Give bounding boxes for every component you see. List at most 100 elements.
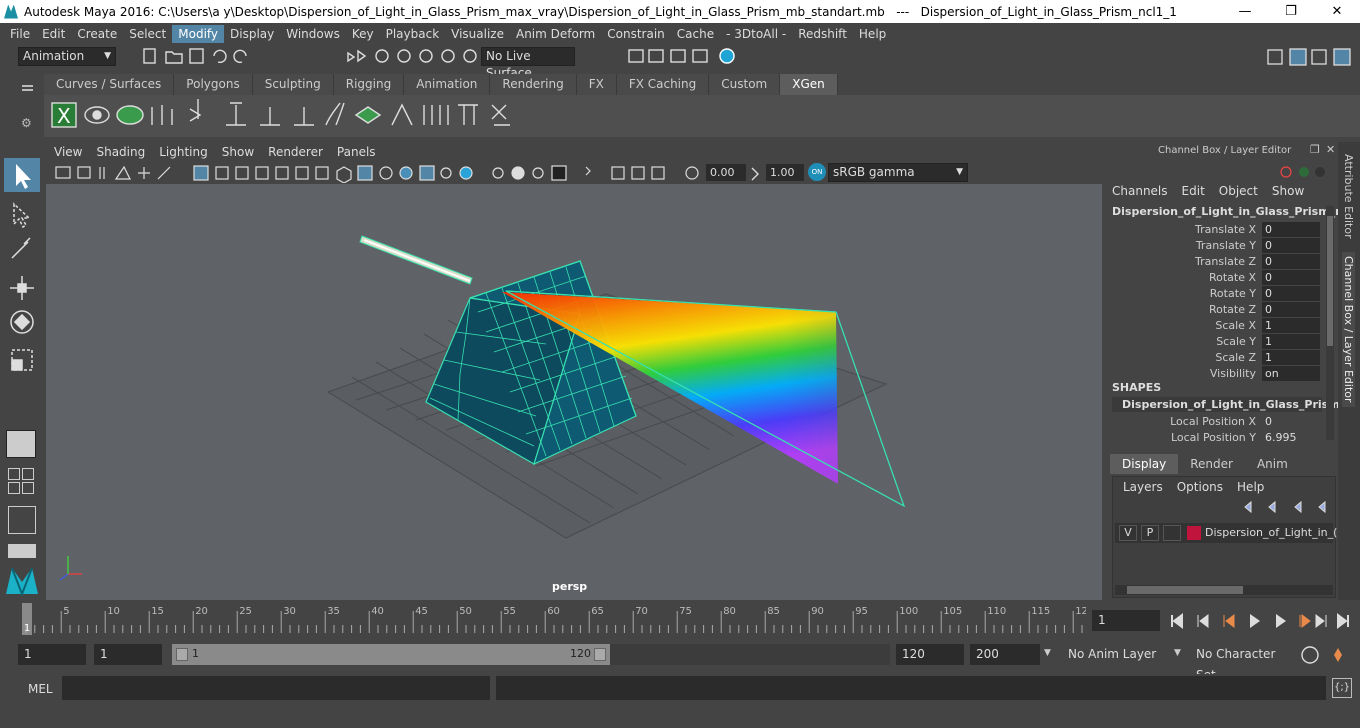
playback-end-field[interactable]: 120 [896, 644, 964, 665]
menu-modify[interactable]: Modify [172, 24, 225, 43]
channel-menu-edit[interactable]: Edit [1182, 184, 1205, 198]
anim-layer-dropdown[interactable]: No Anim Layer [1062, 644, 1162, 665]
attribute-row[interactable]: Translate Y 0 [1112, 237, 1332, 253]
attribute-value[interactable]: 0 [1262, 237, 1320, 253]
viewport-menu-panels[interactable]: Panels [337, 145, 376, 159]
single-view-layout[interactable] [6, 430, 36, 458]
mode-dropdown[interactable]: Animation ▼ [18, 47, 116, 66]
mel-input[interactable] [62, 676, 490, 700]
menu-3dtoall[interactable]: - 3DtoAll - [720, 25, 792, 43]
layer-color-swatch[interactable] [1187, 526, 1201, 540]
attribute-value[interactable]: 1 [1262, 349, 1320, 365]
menu-cache[interactable]: Cache [671, 25, 720, 43]
close-button[interactable]: ✕ [1314, 0, 1360, 23]
3d-viewport[interactable]: persp [46, 184, 1102, 600]
colorspace-dropdown[interactable]: sRGB gamma ▼ [828, 163, 968, 182]
minimize-button[interactable]: — [1222, 0, 1268, 23]
layer-menu-options[interactable]: Options [1177, 480, 1223, 494]
gamma-field[interactable]: 1.00 [766, 164, 804, 181]
animation-end-field[interactable]: 200 [970, 644, 1040, 665]
attribute-value[interactable]: 1 [1262, 333, 1320, 349]
menu-constrain[interactable]: Constrain [601, 25, 671, 43]
gear-icon[interactable]: ⚙ [21, 116, 32, 130]
attribute-row[interactable]: Scale Z 1 [1112, 349, 1332, 365]
range-start-handle[interactable] [176, 648, 188, 661]
time-slider[interactable]: 5 10 15 20 25 30 35 40 45 50 55 60 65 70 75 80 85 90 95 100… [20, 603, 1086, 635]
menu-edit[interactable]: Edit [36, 25, 71, 43]
close-panel-icon[interactable]: ✕ [1326, 143, 1335, 156]
channel-menu-show[interactable]: Show [1272, 184, 1304, 198]
attribute-row[interactable]: Rotate Y 0 [1112, 285, 1332, 301]
four-view-layout[interactable] [8, 468, 36, 496]
graph-layout[interactable] [8, 544, 36, 558]
shelf-options[interactable]: ⚙ [16, 74, 40, 138]
viewport-menu-shading[interactable]: Shading [96, 145, 145, 159]
script-editor-icon[interactable]: {;} [1332, 678, 1352, 698]
menu-select[interactable]: Select [123, 25, 172, 43]
chevron-down-icon[interactable]: ▼ [1044, 648, 1051, 658]
menu-key[interactable]: Key [346, 25, 380, 43]
layer-menu-help[interactable]: Help [1237, 480, 1264, 494]
outliner-layout[interactable] [8, 506, 36, 534]
attribute-value[interactable]: 0 [1262, 285, 1320, 301]
shape-attribute-row[interactable]: Local Position X 0 [1112, 413, 1332, 429]
attribute-row[interactable]: Translate X 0 [1112, 221, 1332, 237]
viewport-menu-lighting[interactable]: Lighting [159, 145, 208, 159]
layer-visibility-toggle[interactable]: V [1119, 525, 1137, 541]
channel-menu-object[interactable]: Object [1219, 184, 1258, 198]
maya-home-icon[interactable] [4, 564, 40, 596]
attribute-row[interactable]: Visibility on [1112, 365, 1332, 381]
shelf-tab-xgen[interactable]: XGen [780, 74, 838, 95]
viewport-menu-show[interactable]: Show [222, 145, 254, 159]
attribute-value[interactable]: 0 [1262, 221, 1320, 237]
attribute-value[interactable]: on [1262, 365, 1320, 381]
layer-tab-display[interactable]: Display [1110, 454, 1179, 474]
channel-box-tab[interactable]: Channel Box / Layer Editor [1342, 252, 1355, 407]
attribute-value[interactable]: 0 [1262, 253, 1320, 269]
menu-windows[interactable]: Windows [280, 25, 346, 43]
animation-start-field[interactable]: 1 [18, 644, 86, 665]
shelf-tab-rendering[interactable]: Rendering [490, 74, 577, 95]
menu-playback[interactable]: Playback [380, 25, 446, 43]
shelf-tab-polygons[interactable]: Polygons [174, 74, 253, 95]
viewport-menu-renderer[interactable]: Renderer [268, 145, 323, 159]
attribute-row[interactable]: Scale X 1 [1112, 317, 1332, 333]
shape-attribute-row[interactable]: Local Position Y 6.995 [1112, 429, 1332, 445]
shelf-tab-fx-caching[interactable]: FX Caching [616, 74, 710, 95]
menu-display[interactable]: Display [224, 25, 280, 43]
attribute-editor-tab[interactable]: Attribute Editor [1342, 154, 1355, 239]
attribute-value[interactable]: 1 [1262, 317, 1320, 333]
attribute-value[interactable]: 0 [1262, 301, 1320, 317]
mel-label[interactable]: MEL [28, 682, 53, 696]
layer-tab-render[interactable]: Render [1178, 454, 1245, 474]
shelf-tab-custom[interactable]: Custom [709, 74, 781, 95]
menu-help[interactable]: Help [853, 25, 892, 43]
color-management-toggle[interactable]: ON [808, 163, 826, 181]
exposure-field[interactable]: 0.00 [706, 164, 746, 181]
float-panel-icon[interactable]: ❐ [1310, 143, 1320, 156]
menu-anim-deform[interactable]: Anim Deform [510, 25, 601, 43]
layer-tab-anim[interactable]: Anim [1245, 454, 1300, 474]
playback-start-field[interactable]: 1 [94, 644, 162, 665]
layer-type-toggle[interactable] [1163, 525, 1181, 541]
attribute-value[interactable]: 6.995 [1262, 429, 1320, 445]
chevron-down-icon[interactable]: ▼ [1174, 648, 1181, 658]
attribute-row[interactable]: Translate Z 0 [1112, 253, 1332, 269]
range-end-handle[interactable] [594, 648, 606, 661]
menu-redshift[interactable]: Redshift [792, 25, 853, 43]
menu-create[interactable]: Create [71, 25, 123, 43]
layer-menu-layers[interactable]: Layers [1123, 480, 1163, 494]
attribute-value[interactable]: 0 [1262, 413, 1320, 429]
attribute-row[interactable]: Rotate X 0 [1112, 269, 1332, 285]
channel-menu-channels[interactable]: Channels [1112, 184, 1168, 198]
live-surface-field[interactable]: No Live Surface [481, 47, 575, 80]
restore-button[interactable]: ❐ [1268, 0, 1314, 23]
shelf-tab-fx[interactable]: FX [576, 74, 617, 95]
shelf-tab-animation[interactable]: Animation [404, 74, 491, 95]
shelf-tab-sculpting[interactable]: Sculpting [252, 74, 334, 95]
layer-row[interactable]: V P Dispersion_of_Light_in_( [1115, 523, 1337, 543]
shelf-tab-curves-surfaces[interactable]: Curves / Surfaces [44, 74, 175, 95]
attribute-value[interactable]: 0 [1262, 269, 1320, 285]
viewport-menu-view[interactable]: View [54, 145, 82, 159]
attribute-row[interactable]: Scale Y 1 [1112, 333, 1332, 349]
